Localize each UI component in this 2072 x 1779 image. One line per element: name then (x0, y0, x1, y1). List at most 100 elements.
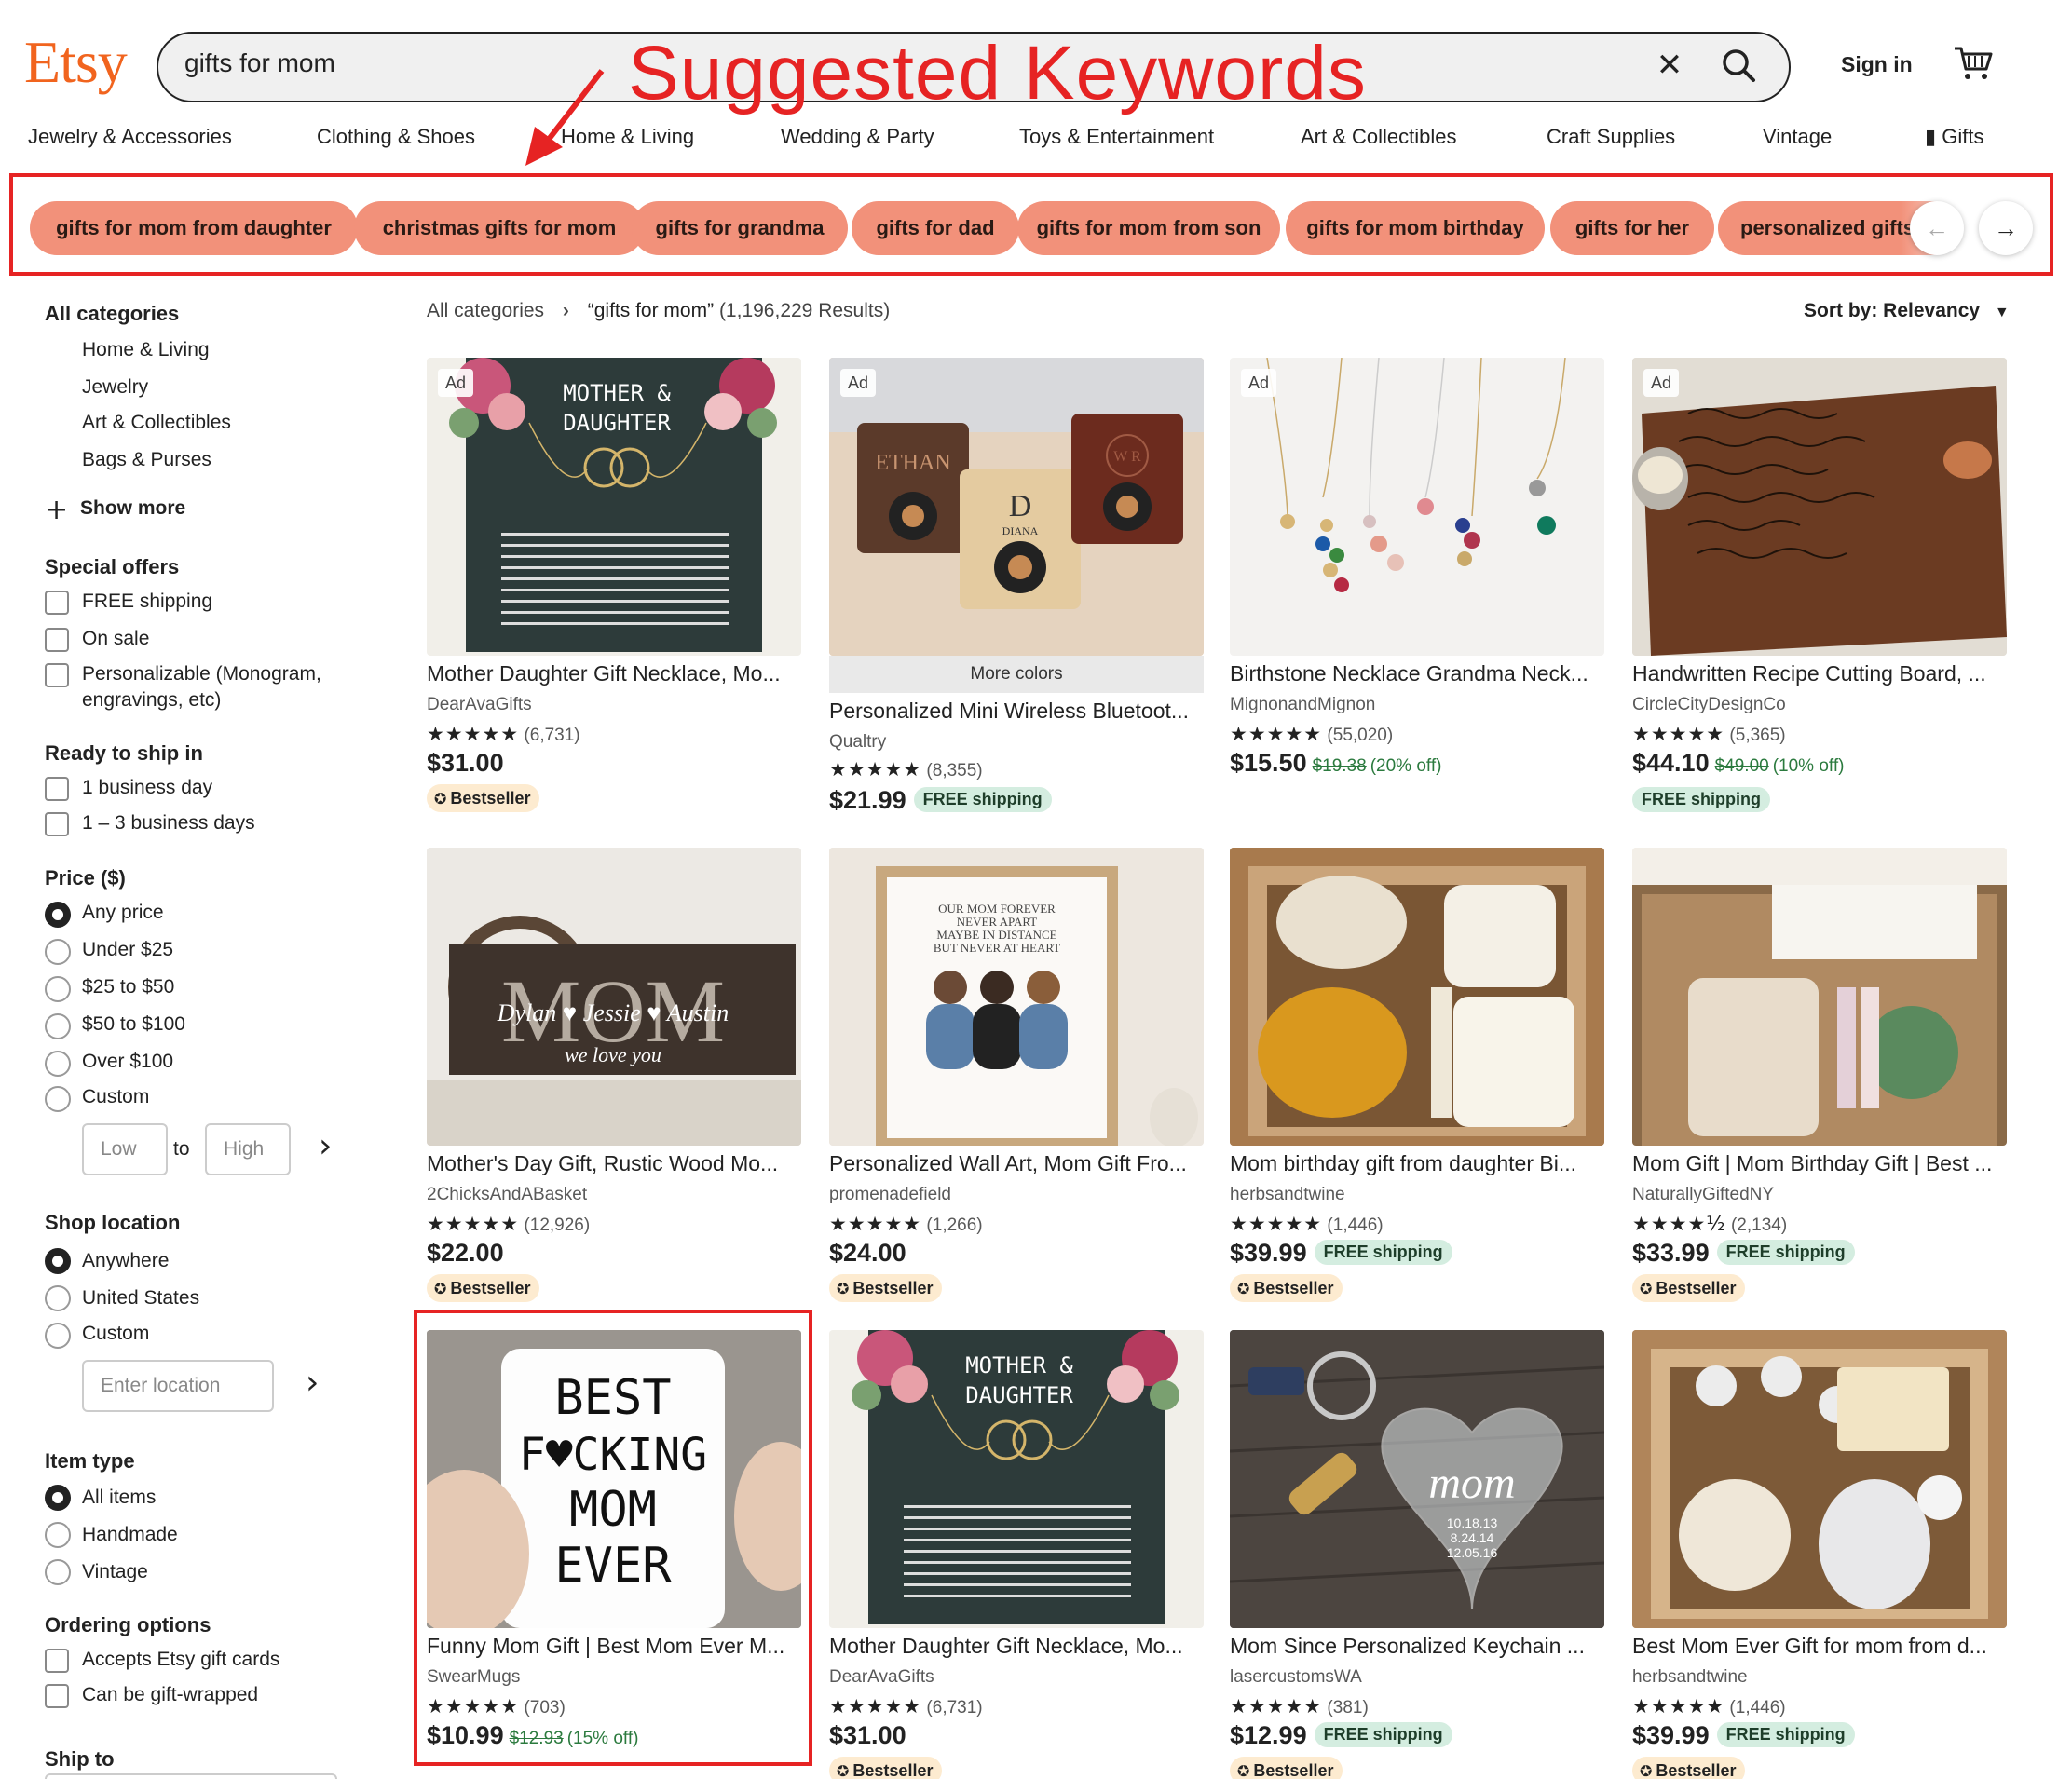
product-image[interactable] (1230, 848, 1604, 1146)
product-title[interactable]: Personalized Mini Wireless Bluetoot... (829, 699, 1204, 724)
product-title[interactable]: Personalized Wall Art, Mom Gift Fro... (829, 1151, 1204, 1176)
product-image[interactable]: Ad (1230, 358, 1604, 656)
breadcrumb-root[interactable]: All categories (427, 300, 544, 321)
keyword-chip[interactable]: gifts for mom birthday (1286, 201, 1545, 255)
product-image[interactable]: MOTHER & DAUGHTER (829, 1330, 1204, 1628)
scroll-left-icon[interactable]: ← (1910, 201, 1964, 255)
product-title[interactable]: Mother's Day Gift, Rustic Wood Mo... (427, 1151, 801, 1176)
search-icon[interactable] (1718, 45, 1761, 88)
keyword-chip[interactable]: gifts for mom from son (1017, 201, 1280, 255)
any-price-radio[interactable] (45, 902, 71, 928)
product-image[interactable]: MOM Dylan ♥ Jessie ♥ Austin we love you (427, 848, 801, 1146)
necklace-card-image: MOTHER & DAUGHTER (852, 1330, 1179, 1624)
radio-label: Under $25 (82, 939, 174, 960)
shop-name[interactable]: NaturallyGiftedNY (1632, 1185, 1774, 1205)
image-text: W R (1113, 449, 1141, 465)
product-title[interactable]: Mom Gift | Mom Birthday Gift | Best ... (1632, 1151, 2007, 1176)
product-title[interactable]: Mother Daughter Gift Necklace, Mo... (829, 1634, 1204, 1659)
nav-item-art[interactable]: Art & Collectibles (1301, 125, 1457, 149)
product-title[interactable]: Birthstone Necklace Grandma Neck... (1230, 661, 1604, 686)
price-high-input[interactable]: High (205, 1123, 291, 1175)
shop-name[interactable]: herbsandtwine (1632, 1667, 1748, 1688)
keyword-chip[interactable]: gifts for mom from daughter (30, 201, 358, 255)
nav-item-wedding[interactable]: Wedding & Party (781, 125, 934, 149)
shop-name[interactable]: 2ChicksAndABasket (427, 1185, 587, 1205)
cart-icon[interactable] (1953, 45, 1994, 82)
personalizable-checkbox[interactable] (45, 663, 69, 687)
vintage-radio[interactable] (45, 1559, 71, 1585)
close-icon[interactable]: ✕ (1649, 45, 1690, 86)
all-categories-heading[interactable]: All categories (45, 302, 179, 326)
price-low-input[interactable]: Low (82, 1123, 168, 1175)
product-image[interactable]: OUR MOM FOREVER NEVER APART MAYBE IN DIS… (829, 848, 1204, 1146)
gift-cards-checkbox[interactable] (45, 1649, 69, 1673)
keyword-chip[interactable]: christmas gifts for mom (354, 201, 645, 255)
product-image[interactable]: ETHAN D DIANA W R Ad (829, 358, 1204, 656)
product-image[interactable]: Ad (1632, 358, 2007, 656)
custom-price-radio[interactable] (45, 1086, 71, 1112)
25-to-50-radio[interactable] (45, 976, 71, 1002)
anywhere-radio[interactable] (45, 1248, 71, 1274)
search-input[interactable]: gifts for mom (184, 48, 335, 78)
shop-name[interactable]: lasercustomsWA (1230, 1667, 1362, 1688)
sort-dropdown[interactable]: Sort by: Relevancy ▼ (1804, 300, 2010, 322)
plus-icon[interactable]: + (45, 494, 68, 526)
scroll-right-icon[interactable]: → (1979, 201, 2033, 255)
etsy-logo[interactable]: Etsy (24, 28, 128, 97)
nav-item-toys[interactable]: Toys & Entertainment (1019, 125, 1214, 149)
header: Etsy gifts for mom ✕ Suggested Keywords … (0, 0, 2072, 121)
product-title[interactable]: Handwritten Recipe Cutting Board, ... (1632, 661, 2007, 686)
product-title[interactable]: Best Mom Ever Gift for mom from d... (1632, 1634, 2007, 1659)
keyword-chip[interactable]: gifts for her (1550, 201, 1714, 255)
product-image[interactable] (1632, 848, 2007, 1146)
chevron-right-icon[interactable]: › (306, 1364, 319, 1402)
product-title[interactable]: Mother Daughter Gift Necklace, Mo... (427, 661, 801, 686)
one-day-checkbox[interactable] (45, 777, 69, 801)
category-link[interactable]: Home & Living (82, 339, 210, 361)
nav-item-vintage[interactable]: Vintage (1763, 125, 1832, 149)
chevron-right-icon[interactable]: › (319, 1127, 332, 1165)
handmade-radio[interactable] (45, 1522, 71, 1548)
keyword-chip[interactable]: gifts for grandma (632, 201, 848, 255)
shop-name[interactable]: CircleCityDesignCo (1632, 695, 1786, 715)
bestseller-badge: ✪ Bestseller (829, 1274, 943, 1302)
category-link[interactable]: Art & Collectibles (82, 412, 231, 434)
product-title[interactable]: Mom Since Personalized Keychain ... (1230, 1634, 1604, 1659)
nav-item-jewelry[interactable]: Jewelry & Accessories (28, 125, 232, 149)
free-shipping-checkbox[interactable] (45, 591, 69, 615)
nav-item-clothing[interactable]: Clothing & Shoes (317, 125, 475, 149)
on-sale-checkbox[interactable] (45, 628, 69, 652)
united-states-radio[interactable] (45, 1285, 71, 1311)
product-title[interactable]: Mom birthday gift from daughter Bi... (1230, 1151, 1604, 1176)
show-more-link[interactable]: Show more (80, 497, 185, 520)
sign-in-link[interactable]: Sign in (1841, 52, 1913, 77)
product-image[interactable]: MOTHER & DAUGHTER Ad (427, 358, 801, 656)
50-to-100-radio[interactable] (45, 1013, 71, 1039)
custom-location-radio[interactable] (45, 1323, 71, 1349)
over-100-radio[interactable] (45, 1051, 71, 1077)
ship-to-select[interactable] (45, 1773, 337, 1779)
radio-label: Vintage (82, 1561, 148, 1582)
all-items-radio[interactable] (45, 1485, 71, 1511)
product-image[interactable]: mom 10.18.13 8.24.14 12.05.16 (1230, 1330, 1604, 1628)
ad-badge: Ad (438, 369, 473, 397)
nav-item-home[interactable]: Home & Living (561, 125, 694, 149)
shop-name[interactable]: Qualtry (829, 732, 886, 753)
shop-name[interactable]: DearAvaGifts (829, 1667, 934, 1688)
three-day-checkbox[interactable] (45, 812, 69, 836)
shop-name[interactable]: MignonandMignon (1230, 695, 1375, 715)
product-image[interactable] (1632, 1330, 2007, 1628)
category-link[interactable]: Bags & Purses (82, 449, 211, 471)
nav-item-craft[interactable]: Craft Supplies (1547, 125, 1675, 149)
gift-wrapped-checkbox[interactable] (45, 1684, 69, 1708)
location-input[interactable]: Enter location (82, 1360, 274, 1412)
shop-name[interactable]: promenadefield (829, 1185, 951, 1205)
under-25-radio[interactable] (45, 939, 71, 965)
shop-name[interactable]: herbsandtwine (1230, 1185, 1345, 1205)
image-text: 10.18.13 (1447, 1515, 1498, 1530)
more-colors-label[interactable]: More colors (829, 656, 1204, 693)
shop-name[interactable]: DearAvaGifts (427, 695, 532, 715)
category-link[interactable]: Jewelry (82, 376, 148, 399)
keyword-chip[interactable]: gifts for dad (852, 201, 1019, 255)
nav-item-gifts[interactable]: ▮ Gifts (1925, 125, 1983, 149)
